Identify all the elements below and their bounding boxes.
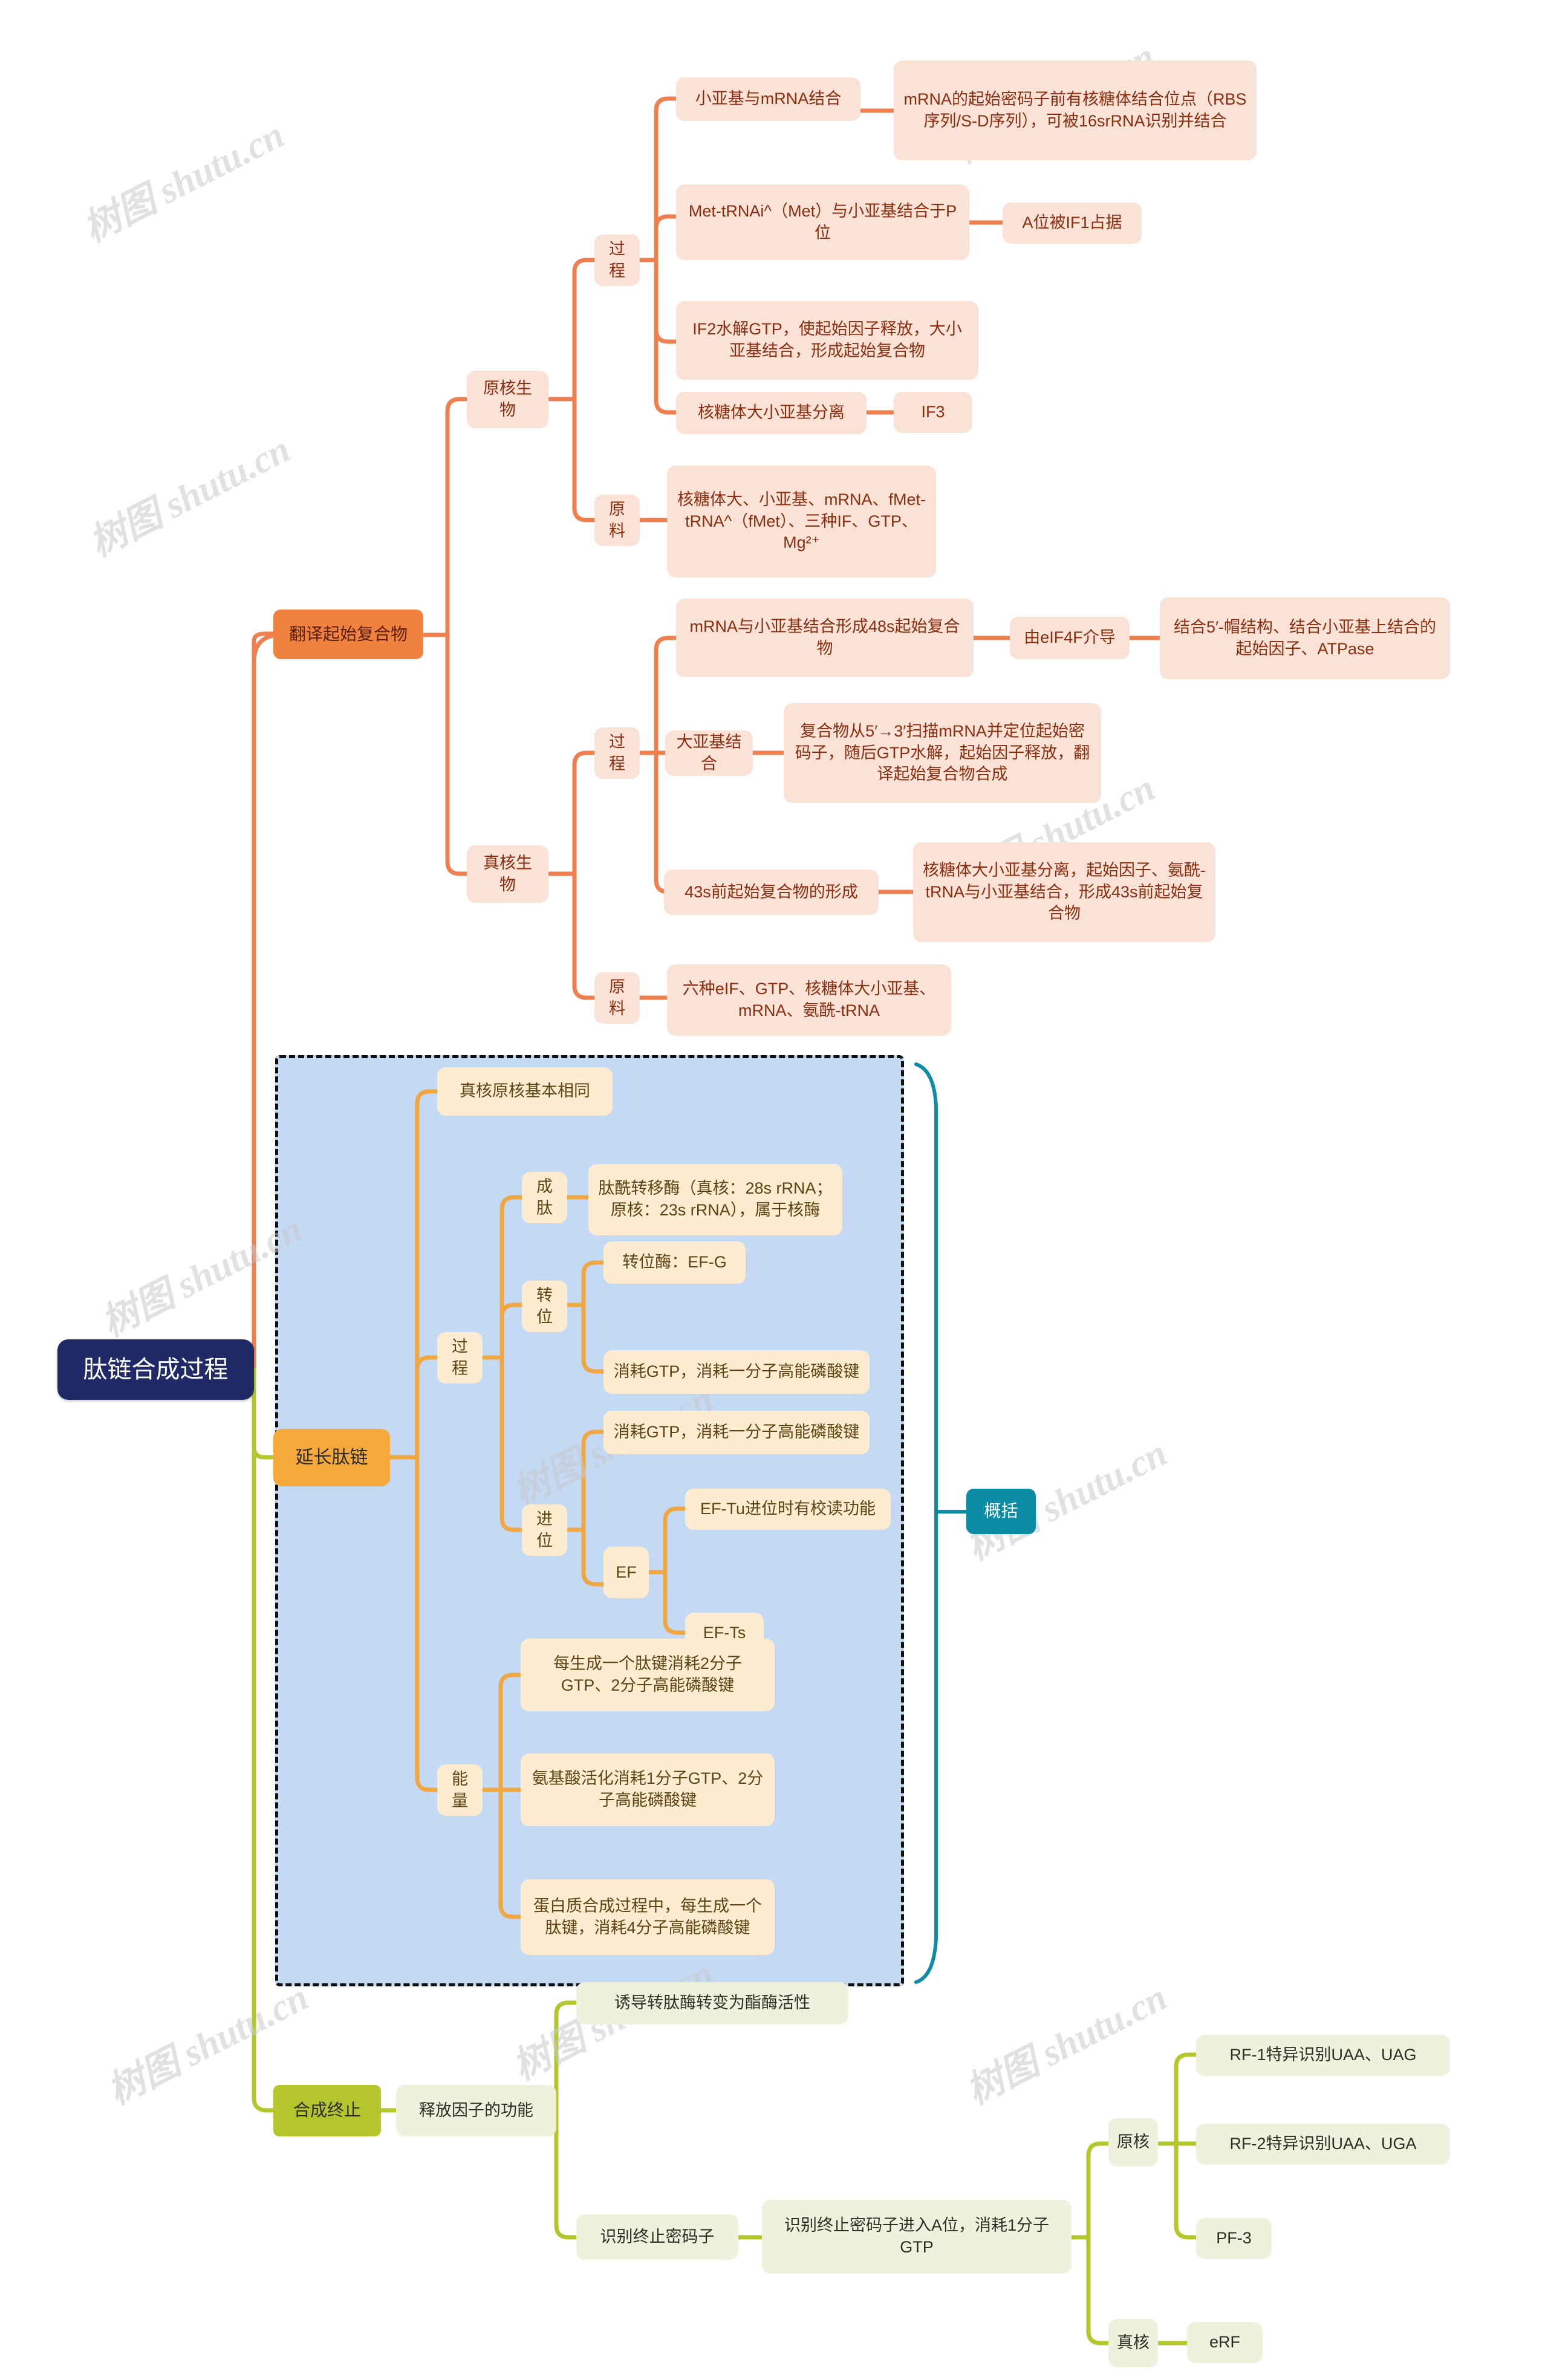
node-translocation[interactable]: 转位 <box>522 1281 567 1332</box>
node-48s-complex[interactable]: mRNA与小亚基结合形成48s起始复合物 <box>676 599 974 677</box>
node-pf3[interactable]: PF-3 <box>1196 2218 1272 2259</box>
node-prokaryote-materials-detail[interactable]: 核糖体大、小亚基、mRNA、fMet-tRNA^（fMet）、三种IF、GTP、… <box>667 466 936 577</box>
node-prokaryote-process[interactable]: 过程 <box>594 235 640 286</box>
node-eukaryote-rf[interactable]: 真核 <box>1108 2319 1158 2367</box>
node-scanning-detail[interactable]: 复合物从5′→3′扫描mRNA并定位起始密码子，随后GTP水解，起始因子释放，翻… <box>784 703 1101 803</box>
node-energy-aa-activation[interactable]: 氨基酸活化消耗1分子GTP、2分子高能磷酸键 <box>521 1754 775 1826</box>
node-erf[interactable]: eRF <box>1187 2322 1263 2363</box>
watermark: 树图 shutu.cn <box>77 114 291 250</box>
watermark: 树图 shutu.cn <box>960 1976 1174 2113</box>
node-entry-site[interactable]: 进位 <box>522 1504 567 1556</box>
node-ribosome-subunit-dissociation-pro[interactable]: 核糖体大小亚基分离 <box>676 392 867 434</box>
node-euk-pro-same[interactable]: 真核原核基本相同 <box>437 1067 613 1116</box>
node-rf1[interactable]: RF-1特异识别UAA、UAG <box>1196 2035 1450 2076</box>
node-43s-pre-initiation[interactable]: 43s前起始复合物的形成 <box>664 870 879 915</box>
branch-node-elongation[interactable]: 延长肽链 <box>273 1429 390 1486</box>
branch-node-initiation[interactable]: 翻译起始复合物 <box>273 610 423 659</box>
node-stop-codon-a-site-detail[interactable]: 识别终止密码子进入A位，消耗1分子GTP <box>762 2200 1072 2274</box>
node-recognize-stop-codon[interactable]: 识别终止密码子 <box>576 2214 738 2260</box>
node-rf2[interactable]: RF-2特异识别UAA、UGA <box>1196 2124 1450 2165</box>
node-43s-detail[interactable]: 核糖体大小亚基分离，起始因子、氨酰-tRNA与小亚基结合，形成43s前起始复合物 <box>913 842 1215 942</box>
node-elongation-process[interactable]: 过程 <box>437 1332 483 1383</box>
node-energy-protein-synthesis[interactable]: 蛋白质合成过程中，每生成一个肽键，消耗4分子高能磷酸键 <box>521 1879 775 1955</box>
node-entry-gtp-cost[interactable]: 消耗GTP，消耗一分子高能磷酸键 <box>603 1411 870 1454</box>
node-peptidyl-transferase-detail[interactable]: 肽酰转移酶（真核：28s rRNA；原核：23s rRNA），属于核酶 <box>588 1164 842 1235</box>
root-node[interactable]: 肽链合成过程 <box>57 1339 254 1400</box>
watermark: 树图 shutu.cn <box>83 428 297 565</box>
node-energy[interactable]: 能量 <box>437 1764 483 1816</box>
node-eukaryote-materials[interactable]: 原料 <box>594 972 640 1024</box>
node-ef[interactable]: EF <box>603 1547 649 1598</box>
branch-node-termination[interactable]: 合成终止 <box>273 2085 381 2136</box>
node-large-subunit-binding[interactable]: 大亚基结合 <box>665 730 753 776</box>
node-release-factor-function[interactable]: 释放因子的功能 <box>396 2085 556 2136</box>
node-ef-tu[interactable]: EF-Tu进位时有校读功能 <box>685 1489 891 1530</box>
annotation-node-summary[interactable]: 概括 <box>966 1489 1036 1534</box>
node-prokaryote-rf[interactable]: 原核 <box>1108 2118 1158 2167</box>
node-prokaryote[interactable]: 原核生物 <box>467 371 548 428</box>
node-met-trnai-p-site[interactable]: Met-tRNAi^（Met）与小亚基结合于P位 <box>676 184 969 260</box>
node-energy-per-peptide-bond[interactable]: 每生成一个肽键消耗2分子GTP、2分子高能磷酸键 <box>521 1639 775 1711</box>
node-induce-esterase-activity[interactable]: 诱导转肽酶转变为酯酶活性 <box>576 1982 848 2024</box>
node-eif4f-mediated[interactable]: 由eIF4F介导 <box>1010 617 1130 659</box>
node-if3[interactable]: IF3 <box>894 392 972 433</box>
node-eukaryote-process[interactable]: 过程 <box>594 727 640 779</box>
node-eukaryote[interactable]: 真核生物 <box>467 845 548 903</box>
node-translocase-efg[interactable]: 转位酶：EF-G <box>603 1241 746 1284</box>
node-if2-gtp-hydrolysis[interactable]: IF2水解GTP，使起始因子释放，大小亚基结合，形成起始复合物 <box>676 301 978 380</box>
node-small-subunit-mrna-binding[interactable]: 小亚基与mRNA结合 <box>676 77 860 121</box>
mindmap-canvas: 树图 shutu.cn 树图 shutu.cn 树图 shutu.cn 树图 s… <box>0 0 1548 2380</box>
node-eif4f-functions[interactable]: 结合5′-帽结构、结合小亚基上结合的起始因子、ATPase <box>1160 597 1450 679</box>
node-a-site-if1[interactable]: A位被IF1占据 <box>1003 203 1142 244</box>
node-rbs-detail[interactable]: mRNA的起始密码子前有核糖体结合位点（RBS序列/S-D序列），可被16srR… <box>894 60 1257 160</box>
node-eukaryote-materials-detail[interactable]: 六种eIF、GTP、核糖体大小亚基、mRNA、氨酰-tRNA <box>667 964 951 1036</box>
node-peptide-bond-formation[interactable]: 成肽 <box>522 1172 567 1223</box>
node-translocation-gtp-cost[interactable]: 消耗GTP，消耗一分子高能磷酸键 <box>603 1350 870 1394</box>
node-prokaryote-materials[interactable]: 原料 <box>594 495 640 546</box>
